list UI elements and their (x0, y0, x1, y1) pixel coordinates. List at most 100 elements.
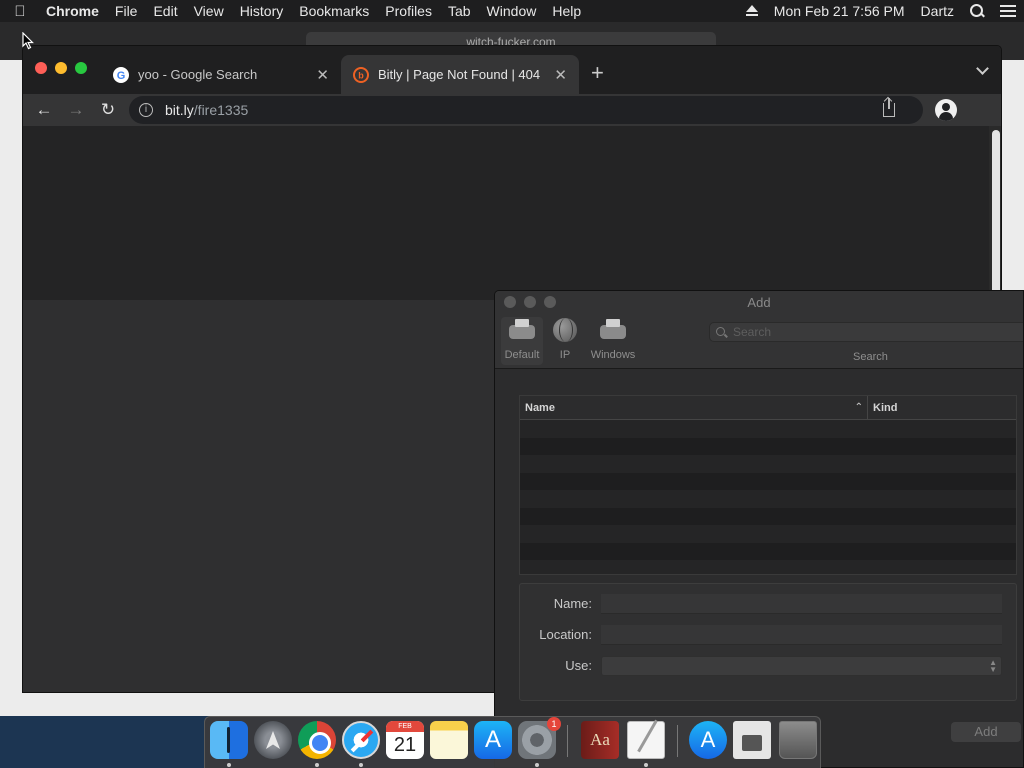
tab-google-search[interactable]: G yoo - Google Search ✕ (101, 55, 341, 94)
close-window-button[interactable] (35, 62, 47, 74)
menu-file[interactable]: File (107, 3, 146, 19)
table-row (520, 525, 1016, 543)
form-row-location: Location: (520, 625, 1016, 645)
location-input[interactable] (601, 625, 1002, 645)
table-row (520, 455, 1016, 473)
downloads-folder-icon[interactable]: A (689, 721, 727, 759)
safari-icon[interactable] (342, 721, 380, 759)
menu-window[interactable]: Window (479, 3, 545, 19)
documents-stack-icon[interactable] (733, 721, 771, 759)
finder-icon[interactable] (210, 721, 248, 759)
minimize-window-button[interactable] (55, 62, 67, 74)
menu-tab[interactable]: Tab (440, 3, 479, 19)
toolbar-ip-label: IP (559, 349, 571, 361)
use-select[interactable]: ▲ ▼ (601, 656, 1002, 676)
new-tab-plus-icon[interactable]: + (591, 60, 604, 86)
windows-printer-icon (598, 317, 628, 343)
dialog-title: Add (747, 295, 771, 310)
calendar-icon[interactable]: FEB 21 (386, 721, 424, 759)
printer-list-table[interactable]: Name ⌃ Kind (519, 395, 1017, 575)
textedit-icon[interactable] (627, 721, 665, 759)
dialog-titlebar: Add Default IP Windows Search (495, 291, 1023, 369)
name-input[interactable] (601, 594, 1002, 614)
reload-icon[interactable]: ↻ (98, 100, 118, 120)
sort-ascending-icon: ⌃ (854, 402, 863, 413)
calendar-day: 21 (393, 734, 417, 756)
column-name-label: Name (525, 402, 555, 414)
window-controls (35, 62, 87, 74)
trash-icon[interactable] (779, 721, 817, 759)
printer-details-form: Name: Location: Use: ▲ ▼ (519, 583, 1017, 701)
menubar-clock[interactable]: Mon Feb 21 7:56 PM (766, 3, 913, 19)
tab-bitly-404[interactable]: b Bitly | Page Not Found | 404 ✕ (341, 55, 579, 94)
column-kind-label: Kind (873, 402, 898, 414)
svg-text:b: b (358, 70, 364, 80)
menubar-user[interactable]: Dartz (913, 3, 962, 19)
column-header-name[interactable]: Name ⌃ (520, 396, 868, 419)
dock-separator (677, 725, 678, 757)
dialog-search-field[interactable] (709, 322, 1023, 342)
toolbar-windows[interactable]: Windows (587, 317, 639, 361)
menu-help[interactable]: Help (544, 3, 589, 19)
use-label: Use: (565, 658, 592, 673)
table-row (520, 490, 1016, 508)
toolbar-ip[interactable]: IP (549, 317, 581, 361)
menu-bookmarks[interactable]: Bookmarks (291, 3, 377, 19)
control-center-icon[interactable] (1000, 5, 1016, 17)
printer-icon (507, 317, 537, 343)
form-row-use: Use: ▲ ▼ (520, 656, 1016, 676)
running-indicator (315, 763, 319, 767)
toolbar-default[interactable]: Default (501, 317, 543, 365)
calendar-month: FEB (386, 721, 424, 732)
back-arrow-icon[interactable]: ← (34, 100, 54, 120)
tab-close-icon[interactable]: ✕ (554, 66, 567, 84)
menu-history[interactable]: History (232, 3, 292, 19)
tab-strip: G yoo - Google Search ✕ b Bitly | Page N… (23, 46, 1001, 94)
share-icon[interactable] (883, 98, 895, 117)
table-header: Name ⌃ Kind (520, 396, 1016, 420)
add-button[interactable]: Add (951, 722, 1021, 742)
notes-icon[interactable] (430, 721, 468, 759)
bitly-favicon-icon: b (353, 66, 369, 83)
chrome-icon[interactable] (298, 721, 336, 759)
url-host: bit.ly (165, 102, 194, 118)
running-indicator (359, 763, 363, 767)
tab-title: yoo - Google Search (138, 67, 258, 82)
tab-close-icon[interactable]: ✕ (316, 66, 329, 84)
column-header-kind[interactable]: Kind (868, 396, 1016, 419)
menu-view[interactable]: View (186, 3, 232, 19)
tab-search-chevron-down-icon[interactable] (976, 62, 989, 75)
running-indicator (644, 763, 648, 767)
mouse-cursor-icon (22, 32, 34, 50)
apple-menu-icon[interactable]:  (0, 3, 40, 20)
scrollbar-thumb[interactable] (992, 130, 1000, 300)
search-label: Search (853, 351, 888, 363)
address-bar[interactable]: i bit.ly/fire1335 (129, 96, 923, 124)
globe-icon (550, 317, 580, 343)
dictionary-icon[interactable]: Aa (581, 721, 619, 759)
app-store-icon[interactable]: A (474, 721, 512, 759)
page-content-header (23, 126, 989, 300)
dock: FEB 21 A 1 Aa A (204, 716, 821, 768)
tab-title: Bitly | Page Not Found | 404 (378, 67, 541, 82)
menu-app-name[interactable]: Chrome (40, 3, 107, 19)
forward-arrow-icon[interactable]: → (66, 100, 86, 120)
system-preferences-icon[interactable]: 1 (518, 717, 561, 759)
launchpad-icon[interactable] (254, 721, 292, 759)
menu-bar:  Chrome File Edit View History Bookmark… (0, 0, 1024, 22)
profile-avatar-icon[interactable] (935, 99, 957, 121)
chrome-toolbar: ← → ↻ i bit.ly/fire1335 (23, 94, 1001, 126)
dialog-search-input[interactable] (733, 325, 1013, 339)
zoom-window-button[interactable] (75, 62, 87, 74)
eject-icon[interactable] (738, 5, 766, 17)
menu-profiles[interactable]: Profiles (377, 3, 440, 19)
table-row (520, 542, 1016, 560)
site-info-icon[interactable]: i (139, 103, 153, 117)
spotlight-search-icon[interactable] (962, 4, 992, 18)
table-row (520, 560, 1016, 578)
svg-text:G: G (117, 70, 126, 82)
add-printer-dialog: Add Default IP Windows Search Name ⌃ Kin… (494, 290, 1024, 768)
menu-edit[interactable]: Edit (145, 3, 185, 19)
toolbar-windows-label: Windows (590, 349, 636, 361)
table-row (520, 472, 1016, 490)
